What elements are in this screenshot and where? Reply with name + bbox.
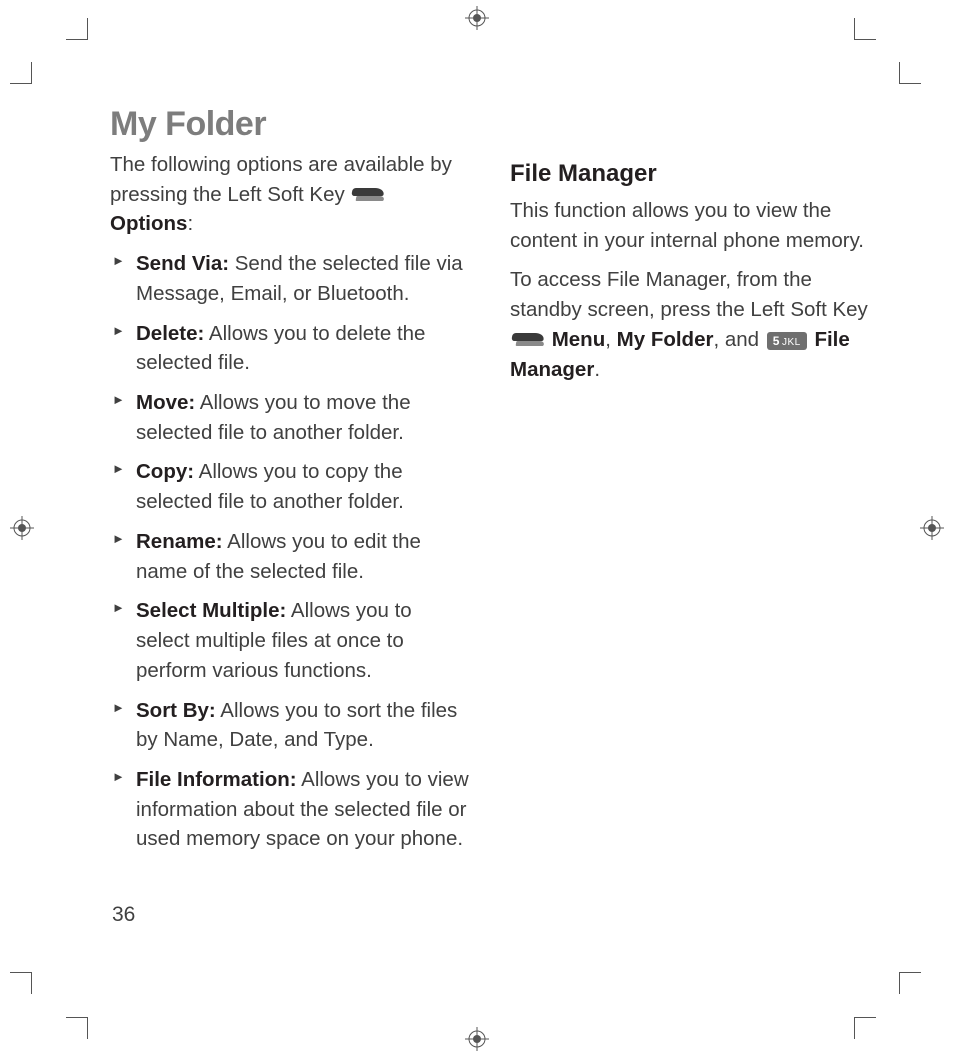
p2-menu: Menu [552, 328, 606, 351]
option-label: File Information: [136, 768, 297, 791]
intro-key-label: Options [110, 212, 187, 235]
p2-end: . [594, 358, 600, 381]
p2-myfolder: My Folder [617, 328, 714, 351]
crop-mark [10, 62, 32, 84]
p2-and: , and [713, 328, 764, 351]
file-manager-access: To access File Manager, from the standby… [510, 265, 870, 384]
list-item: Move: Allows you to move the selected fi… [110, 388, 470, 447]
option-label: Move: [136, 391, 195, 414]
option-label: Delete: [136, 322, 204, 345]
list-item: Delete: Allows you to delete the selecte… [110, 319, 470, 378]
p2-pre: To access File Manager, from the standby… [510, 268, 868, 321]
left-column: The following options are available by p… [110, 150, 470, 864]
list-item: File Information: Allows you to view inf… [110, 765, 470, 854]
option-label: Copy: [136, 460, 194, 483]
options-list: Send Via: Send the selected file via Mes… [110, 249, 470, 854]
list-item: Sort By: Allows you to sort the files by… [110, 696, 470, 755]
list-item: Select Multiple: Allows you to select mu… [110, 596, 470, 685]
list-item: Copy: Allows you to copy the selected fi… [110, 457, 470, 516]
two-column-layout: The following options are available by p… [110, 150, 870, 864]
crop-mark [854, 1017, 876, 1039]
file-manager-description: This function allows you to view the con… [510, 196, 870, 255]
crop-mark [899, 972, 921, 994]
crop-mark [854, 18, 876, 40]
crop-mark [899, 62, 921, 84]
registration-mark-bottom [465, 1027, 489, 1051]
crop-mark [10, 972, 32, 994]
right-column: File Manager This function allows you to… [510, 150, 870, 864]
registration-mark-top [465, 6, 489, 30]
option-label: Send Via: [136, 252, 229, 275]
left-soft-key-icon [352, 188, 384, 202]
crop-mark [66, 1017, 88, 1039]
page-content: My Folder The following options are avai… [110, 105, 870, 864]
registration-mark-right [920, 516, 944, 540]
list-item: Rename: Allows you to edit the name of t… [110, 527, 470, 586]
page-number: 36 [112, 903, 135, 927]
intro-text-post: : [187, 212, 193, 235]
p2-mid: , [605, 328, 616, 351]
option-label: Sort By: [136, 699, 216, 722]
option-label: Select Multiple: [136, 599, 286, 622]
registration-mark-left [10, 516, 34, 540]
option-label: Rename: [136, 530, 223, 553]
intro-paragraph: The following options are available by p… [110, 150, 470, 239]
page-title: My Folder [110, 105, 870, 144]
section-heading-file-manager: File Manager [510, 160, 870, 188]
key-5-icon: 5JKL [767, 332, 807, 350]
left-soft-key-icon [512, 333, 544, 347]
list-item: Send Via: Send the selected file via Mes… [110, 249, 470, 308]
crop-mark [66, 18, 88, 40]
intro-text-pre: The following options are available by p… [110, 153, 452, 206]
